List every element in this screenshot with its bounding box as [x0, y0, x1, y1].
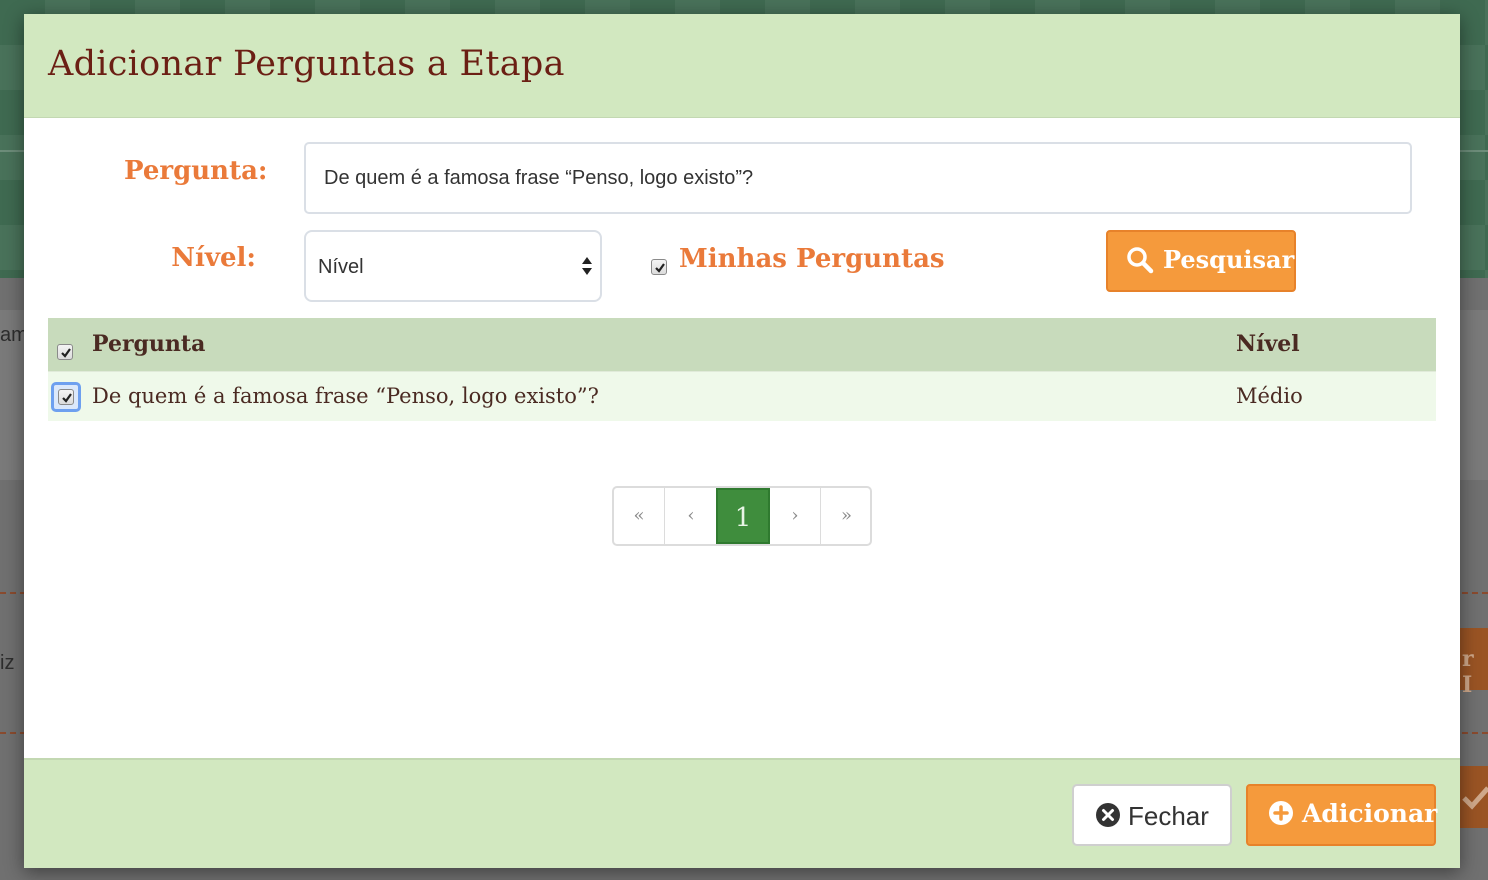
pergunta-input[interactable]: De quem é a famosa frase “Penso, logo ex… — [304, 142, 1412, 214]
search-button[interactable]: Pesquisar — [1106, 230, 1296, 292]
checkmark-icon — [61, 348, 71, 358]
pagination-last[interactable]: » — [821, 488, 870, 544]
table-row[interactable]: De quem é a famosa frase “Penso, logo ex… — [48, 371, 1436, 421]
check-icon — [1462, 786, 1488, 810]
column-header-pergunta: Pergunta — [92, 331, 206, 357]
row-pergunta: De quem é a famosa frase “Penso, logo ex… — [92, 384, 599, 408]
plus-circle-icon — [1269, 801, 1293, 825]
select-arrows-icon — [582, 257, 592, 275]
minhas-perguntas-checkbox[interactable] — [651, 259, 667, 275]
modal-footer: Fechar Adicionar — [24, 758, 1460, 868]
pagination: « ‹ 1 › » — [612, 486, 872, 546]
add-button[interactable]: Adicionar — [1246, 784, 1438, 846]
close-circle-icon — [1096, 803, 1120, 827]
nivel-label: Nível: — [171, 243, 256, 273]
backdrop-check-button — [1460, 766, 1488, 828]
row-checkbox-focus[interactable] — [51, 382, 81, 412]
close-button-label: Fechar — [1128, 801, 1209, 831]
add-button-label: Adicionar — [1302, 799, 1438, 828]
modal-header: Adicionar Perguntas a Etapa — [24, 14, 1460, 118]
search-button-label: Pesquisar — [1163, 245, 1295, 274]
pagination-next[interactable]: › — [770, 488, 821, 544]
nivel-select[interactable]: Nível — [304, 230, 602, 302]
close-button[interactable]: Fechar — [1072, 784, 1232, 846]
row-nivel: Médio — [1236, 384, 1303, 408]
add-questions-modal: Adicionar Perguntas a Etapa Pergunta: De… — [24, 14, 1460, 868]
column-header-nivel: Nível — [1236, 331, 1300, 357]
pagination-prev[interactable]: ‹ — [666, 488, 717, 544]
pagination-current-page[interactable]: 1 — [716, 488, 770, 544]
search-icon — [1127, 247, 1154, 274]
pagination-first[interactable]: « — [614, 488, 665, 544]
nivel-select-value: Nível — [318, 256, 364, 278]
table-header: Pergunta Nível — [48, 318, 1436, 371]
minhas-perguntas-label[interactable]: Minhas Perguntas — [679, 244, 945, 274]
backdrop-text-2: iz — [0, 652, 15, 674]
pergunta-label: Pergunta: — [124, 156, 268, 186]
select-all-checkbox[interactable] — [57, 344, 73, 360]
modal-title: Adicionar Perguntas a Etapa — [48, 44, 565, 84]
row-checkbox[interactable] — [58, 389, 74, 405]
checkmark-icon — [62, 393, 72, 403]
checkmark-icon — [655, 263, 665, 273]
backdrop-button: r I — [1460, 628, 1488, 698]
